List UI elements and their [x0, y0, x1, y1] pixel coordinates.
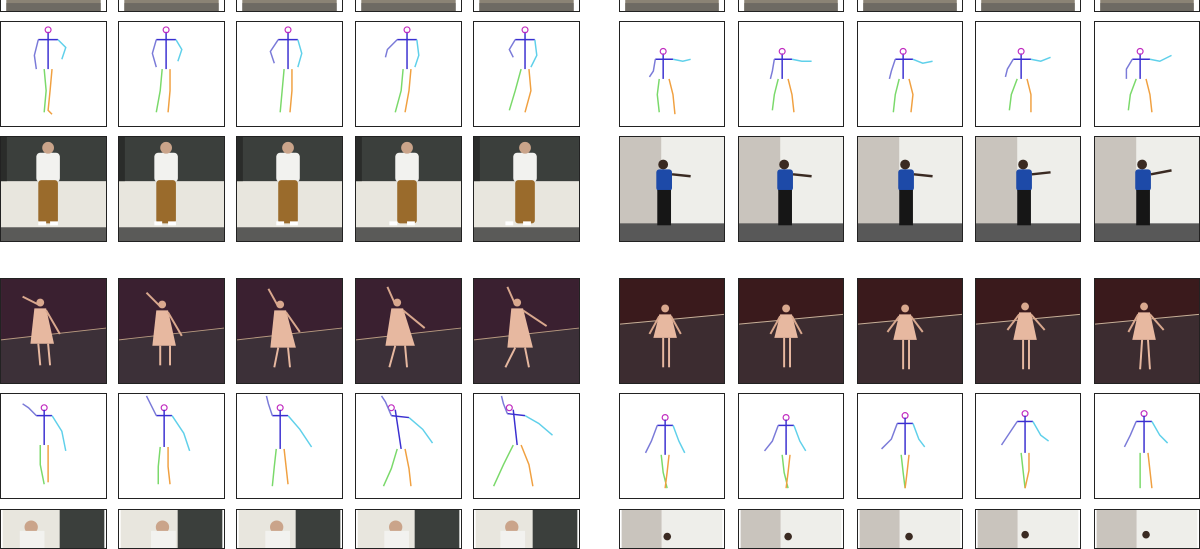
photo-frame-ballerina	[473, 278, 580, 384]
skeleton-frame	[473, 393, 580, 499]
photo-frame-ballerina	[619, 278, 725, 384]
frame-partial-bottom	[118, 509, 225, 549]
skeleton-frame	[473, 21, 580, 127]
photo-frame-ballerina	[1094, 278, 1200, 384]
frame-partial-top	[118, 0, 225, 12]
frame-partial-top	[236, 0, 343, 12]
frame-partial-bottom	[619, 509, 725, 549]
photo-frame-woman	[1094, 136, 1200, 242]
skeleton-frame	[619, 393, 725, 499]
skeleton-frame	[1094, 393, 1200, 499]
skeleton-frame	[118, 393, 225, 499]
photo-frame-ballerina	[236, 278, 343, 384]
photo-frame-man	[0, 136, 107, 242]
photo-frame-woman	[975, 136, 1081, 242]
frame-partial-top	[619, 0, 725, 12]
frame-partial-top	[975, 0, 1081, 12]
skeleton-frame	[236, 21, 343, 127]
frame-partial-top	[857, 0, 963, 12]
frame-partial-bottom	[355, 509, 462, 549]
photo-frame-man	[473, 136, 580, 242]
skeleton-frame	[355, 21, 462, 127]
frame-partial-bottom	[738, 509, 844, 549]
photo-frame-ballerina	[975, 278, 1081, 384]
photo-frame-ballerina	[857, 278, 963, 384]
frame-partial-bottom	[975, 509, 1081, 549]
skeleton-frame	[236, 393, 343, 499]
pose-transfer-figure: { "figure": { "description_visible_text"…	[0, 0, 1200, 549]
frame-partial-top	[355, 0, 462, 12]
photo-frame-ballerina	[118, 278, 225, 384]
skeleton-frame	[118, 21, 225, 127]
frame-partial-bottom	[236, 509, 343, 549]
skeleton-frame	[975, 393, 1081, 499]
frame-partial-bottom	[473, 509, 580, 549]
photo-frame-woman	[857, 136, 963, 242]
skeleton-frame	[619, 21, 725, 127]
photo-frame-woman	[738, 136, 844, 242]
photo-frame-ballerina	[0, 278, 107, 384]
frame-partial-top	[738, 0, 844, 12]
skeleton-frame	[857, 393, 963, 499]
photo-frame-ballerina	[355, 278, 462, 384]
skeleton-frame	[355, 393, 462, 499]
photo-frame-man	[236, 136, 343, 242]
photo-frame-man	[355, 136, 462, 242]
skeleton-frame	[857, 21, 963, 127]
frame-partial-top	[1094, 0, 1200, 12]
frame-partial-bottom	[0, 509, 107, 549]
skeleton-frame	[975, 21, 1081, 127]
skeleton-frame	[738, 21, 844, 127]
frame-partial-top	[473, 0, 580, 12]
skeleton-frame	[738, 393, 844, 499]
frame-partial-bottom	[857, 509, 963, 549]
skeleton-frame	[1094, 21, 1200, 127]
frame-partial-top	[0, 0, 107, 12]
skeleton-frame	[0, 21, 107, 127]
photo-frame-man	[118, 136, 225, 242]
photo-frame-ballerina	[738, 278, 844, 384]
skeleton-frame	[0, 393, 107, 499]
frame-partial-bottom	[1094, 509, 1200, 549]
photo-frame-woman	[619, 136, 725, 242]
